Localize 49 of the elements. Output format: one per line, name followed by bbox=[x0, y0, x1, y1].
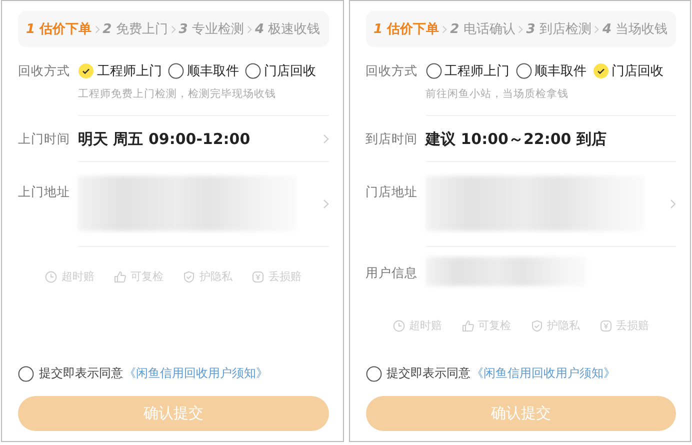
agreement-text: 提交即表示同意 bbox=[386, 365, 470, 382]
clock-icon bbox=[45, 270, 58, 282]
step-label: 2 免费上门 bbox=[102, 21, 168, 38]
option-label[interactable]: 工程师上门 bbox=[444, 62, 510, 80]
field-label: 用户信息 bbox=[366, 265, 418, 282]
hint-text: 工程师免费上门检测，检测完毕现场收钱 bbox=[78, 87, 328, 116]
chevron-icon bbox=[594, 24, 600, 34]
step-label: 2 电话确认 bbox=[450, 21, 516, 38]
option-label[interactable]: 顺丰取件 bbox=[187, 62, 239, 80]
chevron-icon bbox=[94, 24, 100, 34]
radio-button[interactable] bbox=[516, 63, 532, 79]
step-label: 1 估价下单 bbox=[26, 21, 92, 38]
chevron-icon bbox=[170, 24, 176, 34]
yen-icon bbox=[252, 270, 264, 282]
step-label: 4 极速收钱 bbox=[254, 21, 320, 38]
shield-check-icon bbox=[530, 320, 543, 332]
field-label: 上门时间 bbox=[18, 130, 71, 148]
option-label[interactable]: 顺丰取件 bbox=[534, 62, 586, 80]
radio-button[interactable] bbox=[592, 63, 608, 79]
step-label: 3 到店检测 bbox=[526, 21, 592, 38]
thumbs-up-icon bbox=[462, 320, 474, 332]
chevron-icon bbox=[246, 24, 252, 34]
chevron-icon bbox=[518, 24, 524, 34]
option-label[interactable]: 门店回收 bbox=[612, 62, 664, 80]
time-value: 建议 10:00～22:00 到店 bbox=[426, 130, 606, 148]
field-label: 门店地址 bbox=[366, 184, 418, 201]
step-label: 1 估价下单 bbox=[374, 21, 440, 38]
step-label: 4 当场收钱 bbox=[602, 21, 668, 38]
time-value: 明天 周五 09:00-12:00 bbox=[78, 130, 250, 148]
field-label: 回收方式 bbox=[18, 62, 71, 80]
shield-check-icon bbox=[183, 270, 196, 282]
clock-icon bbox=[392, 320, 405, 332]
option-label[interactable]: 工程师上门 bbox=[97, 62, 162, 80]
radio-button[interactable] bbox=[245, 63, 261, 79]
yen-icon bbox=[600, 320, 612, 332]
agreement-text: 提交即表示同意 bbox=[39, 365, 123, 382]
option-label[interactable]: 门店回收 bbox=[264, 62, 316, 80]
radio-button[interactable] bbox=[426, 63, 442, 79]
thumbs-up-icon bbox=[114, 270, 126, 282]
chevron-icon bbox=[442, 24, 448, 34]
field-label: 回收方式 bbox=[366, 62, 418, 80]
radio-button[interactable] bbox=[78, 63, 94, 79]
radio-button[interactable] bbox=[168, 63, 184, 79]
field-label: 到店时间 bbox=[366, 130, 418, 148]
hint-text: 前往闲鱼小站，当场质检拿钱 bbox=[426, 87, 676, 116]
field-label: 上门地址 bbox=[18, 184, 71, 201]
agree-checkbox[interactable] bbox=[18, 366, 34, 382]
step-label: 3 专业检测 bbox=[178, 21, 244, 38]
agree-checkbox[interactable] bbox=[366, 366, 382, 382]
